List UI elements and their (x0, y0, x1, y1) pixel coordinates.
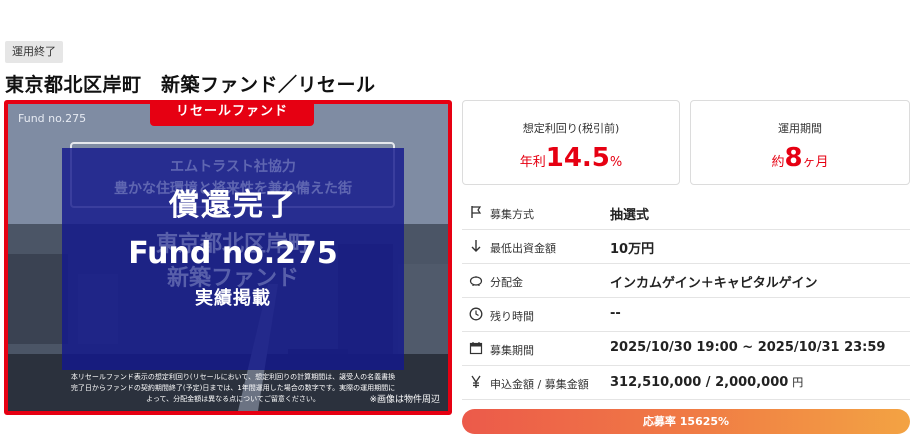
info-row-distribution: 分配金 インカムゲイン＋キャピタルゲイン (462, 264, 910, 298)
info-value: 10万円 (610, 242, 655, 257)
piggy-bank-icon (468, 273, 484, 289)
image-disclaimer: 本リセールファンド表示の想定利回り(リセールにおいて、想定利回りの計算期間は、譲… (70, 373, 396, 403)
info-row-recruitment-period: 募集期間 2025/10/30 19:00 ~ 2025/10/31 23:59 (462, 332, 910, 366)
status-badge: 運用終了 (5, 41, 63, 63)
resale-fund-tab: リセールファンド (150, 104, 314, 126)
redemption-overlay: エムトラスト社協力 豊かな住環境と将来性を兼ね備えた街 東京都北区岸町 新築ファ… (62, 148, 404, 370)
expected-yield-label: 想定利回り(税引前) (522, 122, 620, 135)
flag-icon (468, 205, 484, 221)
info-row-minimum-investment: 最低出資金額 10万円 (462, 230, 910, 264)
operation-period-label: 運用期間 (778, 122, 822, 135)
currency-unit: 円 (792, 376, 804, 389)
results-posted-label: 実績掲載 (195, 288, 271, 309)
yield-prefix: 年利 (519, 155, 546, 170)
amount-value: 312,510,000 / 2,000,000 (610, 375, 789, 390)
info-label: 残り時間 (490, 310, 534, 323)
fund-number-heading: Fund no.275 (128, 236, 338, 271)
ghost-text-partner: エムトラスト社協力 (170, 159, 296, 175)
info-value: 312,510,000 / 2,000,000 円 (610, 374, 803, 390)
yield-number: 14.5 (545, 143, 610, 173)
info-row-remaining-time: 残り時間 -- (462, 298, 910, 332)
expected-yield-card: 想定利回り(税引前) 年利14.5% (462, 100, 680, 185)
yen-icon (468, 375, 484, 391)
info-label: 募集方式 (490, 208, 534, 221)
fund-number-label: Fund no.275 (18, 112, 87, 125)
arrow-down-icon (468, 239, 484, 255)
info-label: 申込金額 / 募集金額 (490, 378, 589, 391)
image-note: ※画像は物件周辺 (369, 395, 440, 405)
info-label: 最低出資金額 (490, 242, 556, 255)
fund-image-panel: Fund no.275 エムトラスト社協力 豊かな住環境と将来性を兼ね備えた街 … (4, 100, 452, 415)
application-rate-bar: 応募率 15625% (462, 409, 910, 434)
info-value: 抽選式 (610, 208, 650, 223)
info-label: 分配金 (490, 276, 523, 289)
period-prefix: 約 (771, 155, 785, 170)
info-row-application-amount: 申込金額 / 募集金額 312,510,000 / 2,000,000 円 (462, 366, 910, 400)
period-number: 8 (784, 143, 803, 173)
info-row-recruitment-method: 募集方式 抽選式 (462, 196, 910, 230)
info-value: 2025/10/30 19:00 ~ 2025/10/31 23:59 (610, 340, 886, 355)
info-value: -- (610, 306, 621, 321)
operation-period-value: 約8ヶ月 (691, 143, 909, 173)
info-value: インカムゲイン＋キャピタルゲイン (610, 276, 818, 291)
operation-period-card: 運用期間 約8ヶ月 (690, 100, 910, 185)
period-suffix: ヶ月 (802, 155, 829, 170)
info-label: 募集期間 (490, 344, 534, 357)
yield-suffix: % (609, 155, 623, 170)
clock-icon (468, 307, 484, 323)
calendar-icon (468, 341, 484, 357)
fund-info-table: 募集方式 抽選式 最低出資金額 10万円 分配金 インカムゲイン＋キャピタルゲイ… (462, 196, 910, 400)
page-title: 東京都北区岸町 新築ファンド／リセール (5, 74, 376, 96)
redemption-complete-heading: 償還完了 (169, 188, 297, 223)
expected-yield-value: 年利14.5% (463, 143, 679, 173)
